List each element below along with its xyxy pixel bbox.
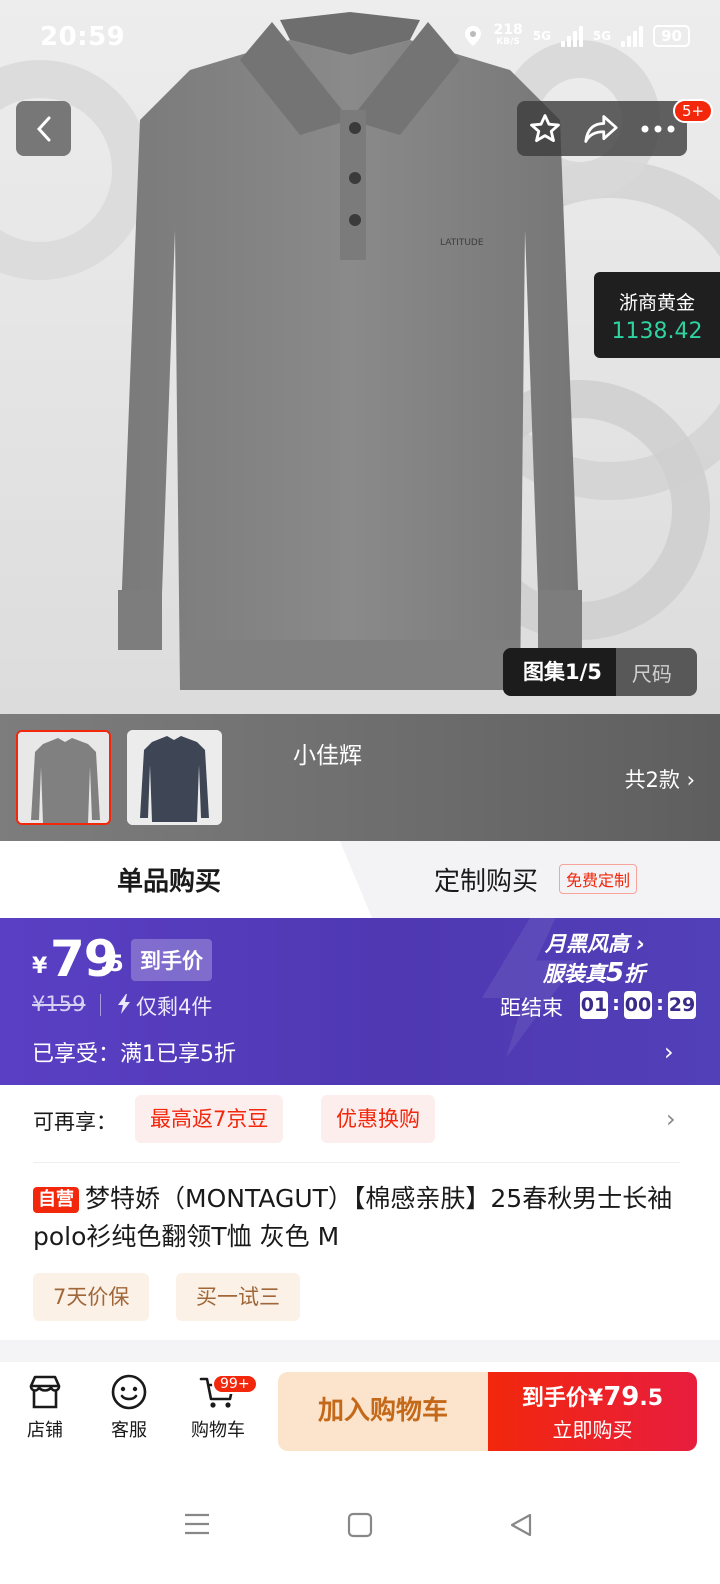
price-banner[interactable]: ¥ 79 .5 到手价 ¥159 仅剩4件 已享受：满1已享5折 › 月黑风高 … bbox=[0, 918, 720, 1085]
back-arrow-icon bbox=[36, 116, 50, 141]
tab-single-label: 单品购买 bbox=[117, 867, 222, 897]
gold-price-widget[interactable]: 浙商黄金 1138.42 bbox=[594, 272, 720, 358]
gold-name: 浙商黄金 bbox=[618, 292, 695, 314]
status-indicators: 218 KB/S 5G 5G 90 bbox=[463, 22, 690, 48]
self-operated-badge: 自营 bbox=[33, 1187, 79, 1213]
benefit-tag-jingdou[interactable]: 最高返7京豆 bbox=[135, 1095, 284, 1143]
gold-value: 1138.42 bbox=[611, 319, 703, 344]
variant-selector: 小佳辉 共2款 › bbox=[0, 714, 720, 841]
stock-remaining: 仅剩4件 bbox=[136, 995, 213, 1019]
cart-count-badge: 99+ bbox=[212, 1374, 258, 1394]
price-divider bbox=[100, 994, 101, 1016]
more-menu-icon[interactable] bbox=[640, 124, 676, 134]
variant-name: 小佳辉 bbox=[293, 743, 362, 769]
home-square-icon[interactable] bbox=[347, 1512, 373, 1538]
chevron-right-icon: › bbox=[664, 1038, 674, 1066]
back-button[interactable] bbox=[16, 101, 71, 156]
network-type-1: 5G bbox=[532, 29, 551, 43]
system-navigation-bar bbox=[0, 1464, 720, 1584]
countdown-colon: : bbox=[612, 991, 620, 1015]
section-gap bbox=[0, 1340, 720, 1362]
variant-thumb-gray[interactable] bbox=[16, 730, 111, 825]
store-label: 店铺 bbox=[27, 1420, 63, 1441]
service-tag-try[interactable]: 买一试三 bbox=[176, 1273, 300, 1321]
speed-value: 218 bbox=[493, 22, 523, 38]
benefit-tag-exchange[interactable]: 优惠换购 bbox=[321, 1095, 435, 1143]
signal-icon bbox=[560, 25, 583, 47]
promo-title: 月黑风高 › bbox=[545, 932, 645, 956]
smile-service-icon bbox=[111, 1374, 147, 1410]
add-to-cart-button[interactable]: 加入购物车 bbox=[278, 1372, 488, 1451]
speed-unit: KB/S bbox=[496, 37, 520, 47]
signal-icon bbox=[621, 25, 644, 47]
lightning-icon bbox=[118, 994, 130, 1014]
final-price-label: 到手价 bbox=[131, 939, 212, 981]
divider bbox=[33, 1162, 680, 1163]
customer-service-button[interactable]: 客服 bbox=[94, 1372, 164, 1442]
product-title-text: 梦特娇（MONTAGUT）【棉感亲肤】25春秋男士长袖polo衫纯色翻领T恤 灰… bbox=[33, 1184, 673, 1251]
buy-now-price: 到手价¥79.5 bbox=[521, 1382, 664, 1412]
service-tag-price-protect[interactable]: 7天价保 bbox=[33, 1273, 150, 1321]
network-speed: 218 KB/S bbox=[493, 22, 523, 48]
price-decimal: .5 bbox=[100, 952, 124, 977]
network-type-2: 5G bbox=[592, 29, 612, 43]
extra-benefits-row[interactable]: 可再享： 最高返7京豆 优惠换购 › bbox=[0, 1085, 720, 1163]
tab-single-purchase[interactable]: 单品购买 bbox=[0, 841, 372, 918]
variant-count-link[interactable]: 共2款 › bbox=[625, 764, 695, 794]
tab-size[interactable]: 尺码 bbox=[616, 658, 672, 687]
menu-icon[interactable] bbox=[184, 1512, 210, 1536]
buy-now-label: 立即购买 bbox=[552, 1418, 633, 1442]
promo-subtitle: 服装真5折 bbox=[543, 958, 646, 988]
product-title: 自营 梦特娇（MONTAGUT）【棉感亲肤】25春秋男士长袖polo衫纯色翻领T恤… bbox=[33, 1180, 693, 1256]
currency-symbol: ¥ bbox=[32, 954, 48, 979]
service-label: 客服 bbox=[111, 1420, 147, 1441]
bottom-action-bar: 店铺 客服 购物车 99+ 加入购物车 到手价¥79.5 立即购买 bbox=[0, 1362, 720, 1464]
countdown-hours: 01 bbox=[580, 991, 608, 1019]
top-action-bar bbox=[517, 101, 687, 156]
product-detail-page: LATITUDE 20:59 218 KB/S 5G 5G 90 5+ 浙商黄金… bbox=[0, 0, 720, 1584]
countdown-colon: : bbox=[656, 991, 664, 1015]
system-status-bar: 20:59 218 KB/S 5G 5G 90 bbox=[0, 0, 720, 80]
back-triangle-icon[interactable] bbox=[508, 1512, 534, 1538]
original-price: ¥159 bbox=[32, 992, 86, 1016]
gallery-switcher: 图集1/5 尺码 bbox=[503, 648, 697, 696]
gray-shirt-thumbnail bbox=[18, 732, 109, 823]
buy-now-button[interactable]: 到手价¥79.5 立即购买 bbox=[488, 1372, 697, 1451]
countdown-seconds: 29 bbox=[668, 991, 696, 1019]
chevron-right-icon: › bbox=[666, 1105, 676, 1133]
free-custom-badge: 免费定制 bbox=[559, 864, 638, 894]
status-time: 20:59 bbox=[40, 22, 126, 52]
store-icon bbox=[29, 1375, 61, 1409]
variant-thumb-navy[interactable] bbox=[127, 730, 222, 825]
location-icon bbox=[465, 26, 482, 46]
countdown-label: 距结束 bbox=[500, 996, 563, 1020]
share-icon[interactable] bbox=[583, 113, 619, 145]
extra-benefits-label: 可再享： bbox=[33, 1110, 117, 1134]
store-button[interactable]: 店铺 bbox=[10, 1372, 80, 1442]
navy-shirt-thumbnail bbox=[127, 730, 222, 825]
svg-text:LATITUDE: LATITUDE bbox=[440, 238, 484, 248]
tab-gallery[interactable]: 图集1/5 bbox=[503, 648, 616, 696]
discount-enjoyed: 已享受：满1已享5折 bbox=[32, 1042, 236, 1067]
cart-label: 购物车 bbox=[191, 1420, 245, 1441]
message-badge: 5+ bbox=[673, 99, 714, 123]
purchase-mode-tabs: 单品购买 定制购买 免费定制 bbox=[0, 841, 720, 918]
tab-custom-purchase[interactable]: 定制购买 bbox=[434, 861, 538, 898]
favorite-star-icon[interactable] bbox=[528, 112, 562, 146]
countdown-minutes: 00 bbox=[624, 991, 652, 1019]
battery-icon: 90 bbox=[653, 25, 690, 47]
